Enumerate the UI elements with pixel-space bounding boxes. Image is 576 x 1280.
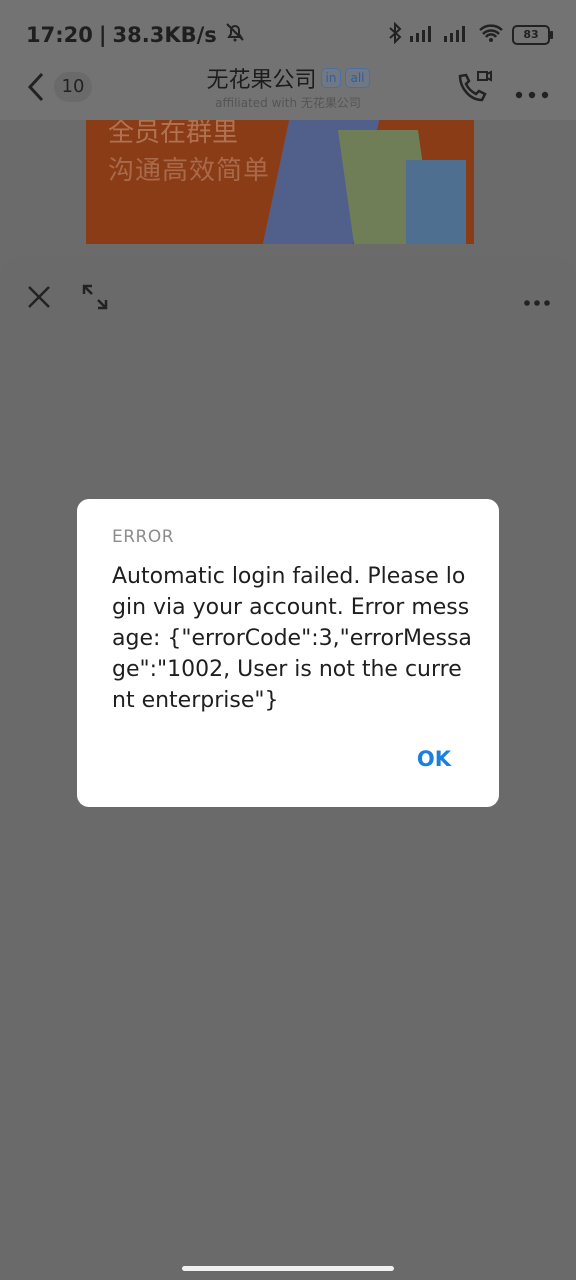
- status-net-speed: 38.3KB/s: [112, 22, 217, 47]
- status-time: 17:20: [26, 22, 93, 47]
- tag-all: all: [345, 68, 370, 88]
- signal-icon: [444, 24, 470, 46]
- more-options-icon[interactable]: [514, 84, 550, 99]
- home-indicator[interactable]: [182, 1266, 394, 1271]
- bluetooth-icon: [388, 21, 402, 48]
- tag-in: in: [320, 68, 342, 88]
- banner-figure: [406, 160, 466, 244]
- status-right: 83: [388, 21, 553, 48]
- chat-header: 10 无花果公司 in all affiliated with 无花果公司: [0, 56, 576, 120]
- error-dialog: ERROR Automatic login failed. Please log…: [77, 499, 499, 807]
- status-separator: |: [98, 22, 107, 47]
- status-left: 17:20 | 38.3KB/s: [26, 20, 247, 49]
- signal-icon: [410, 24, 436, 46]
- close-icon[interactable]: [26, 284, 52, 310]
- chat-banner-image: 全员在群里 沟通高效简单: [86, 120, 474, 244]
- mute-bell-icon: [223, 20, 247, 49]
- dialog-message: Automatic login failed. Please login via…: [112, 564, 472, 713]
- video-call-icon[interactable]: [456, 70, 492, 104]
- battery-icon: 83: [512, 25, 553, 45]
- banner-text-line2: 沟通高效简单: [108, 156, 271, 186]
- chat-title: 无花果公司: [206, 68, 317, 93]
- more-options-icon[interactable]: [524, 292, 550, 306]
- ok-button[interactable]: OK: [417, 747, 451, 771]
- banner-text-line1: 全员在群里: [108, 120, 239, 148]
- dialog-title: ERROR: [112, 527, 175, 547]
- wifi-icon: [478, 23, 504, 47]
- expand-icon[interactable]: [82, 284, 108, 310]
- navigation-bar: [0, 1256, 576, 1280]
